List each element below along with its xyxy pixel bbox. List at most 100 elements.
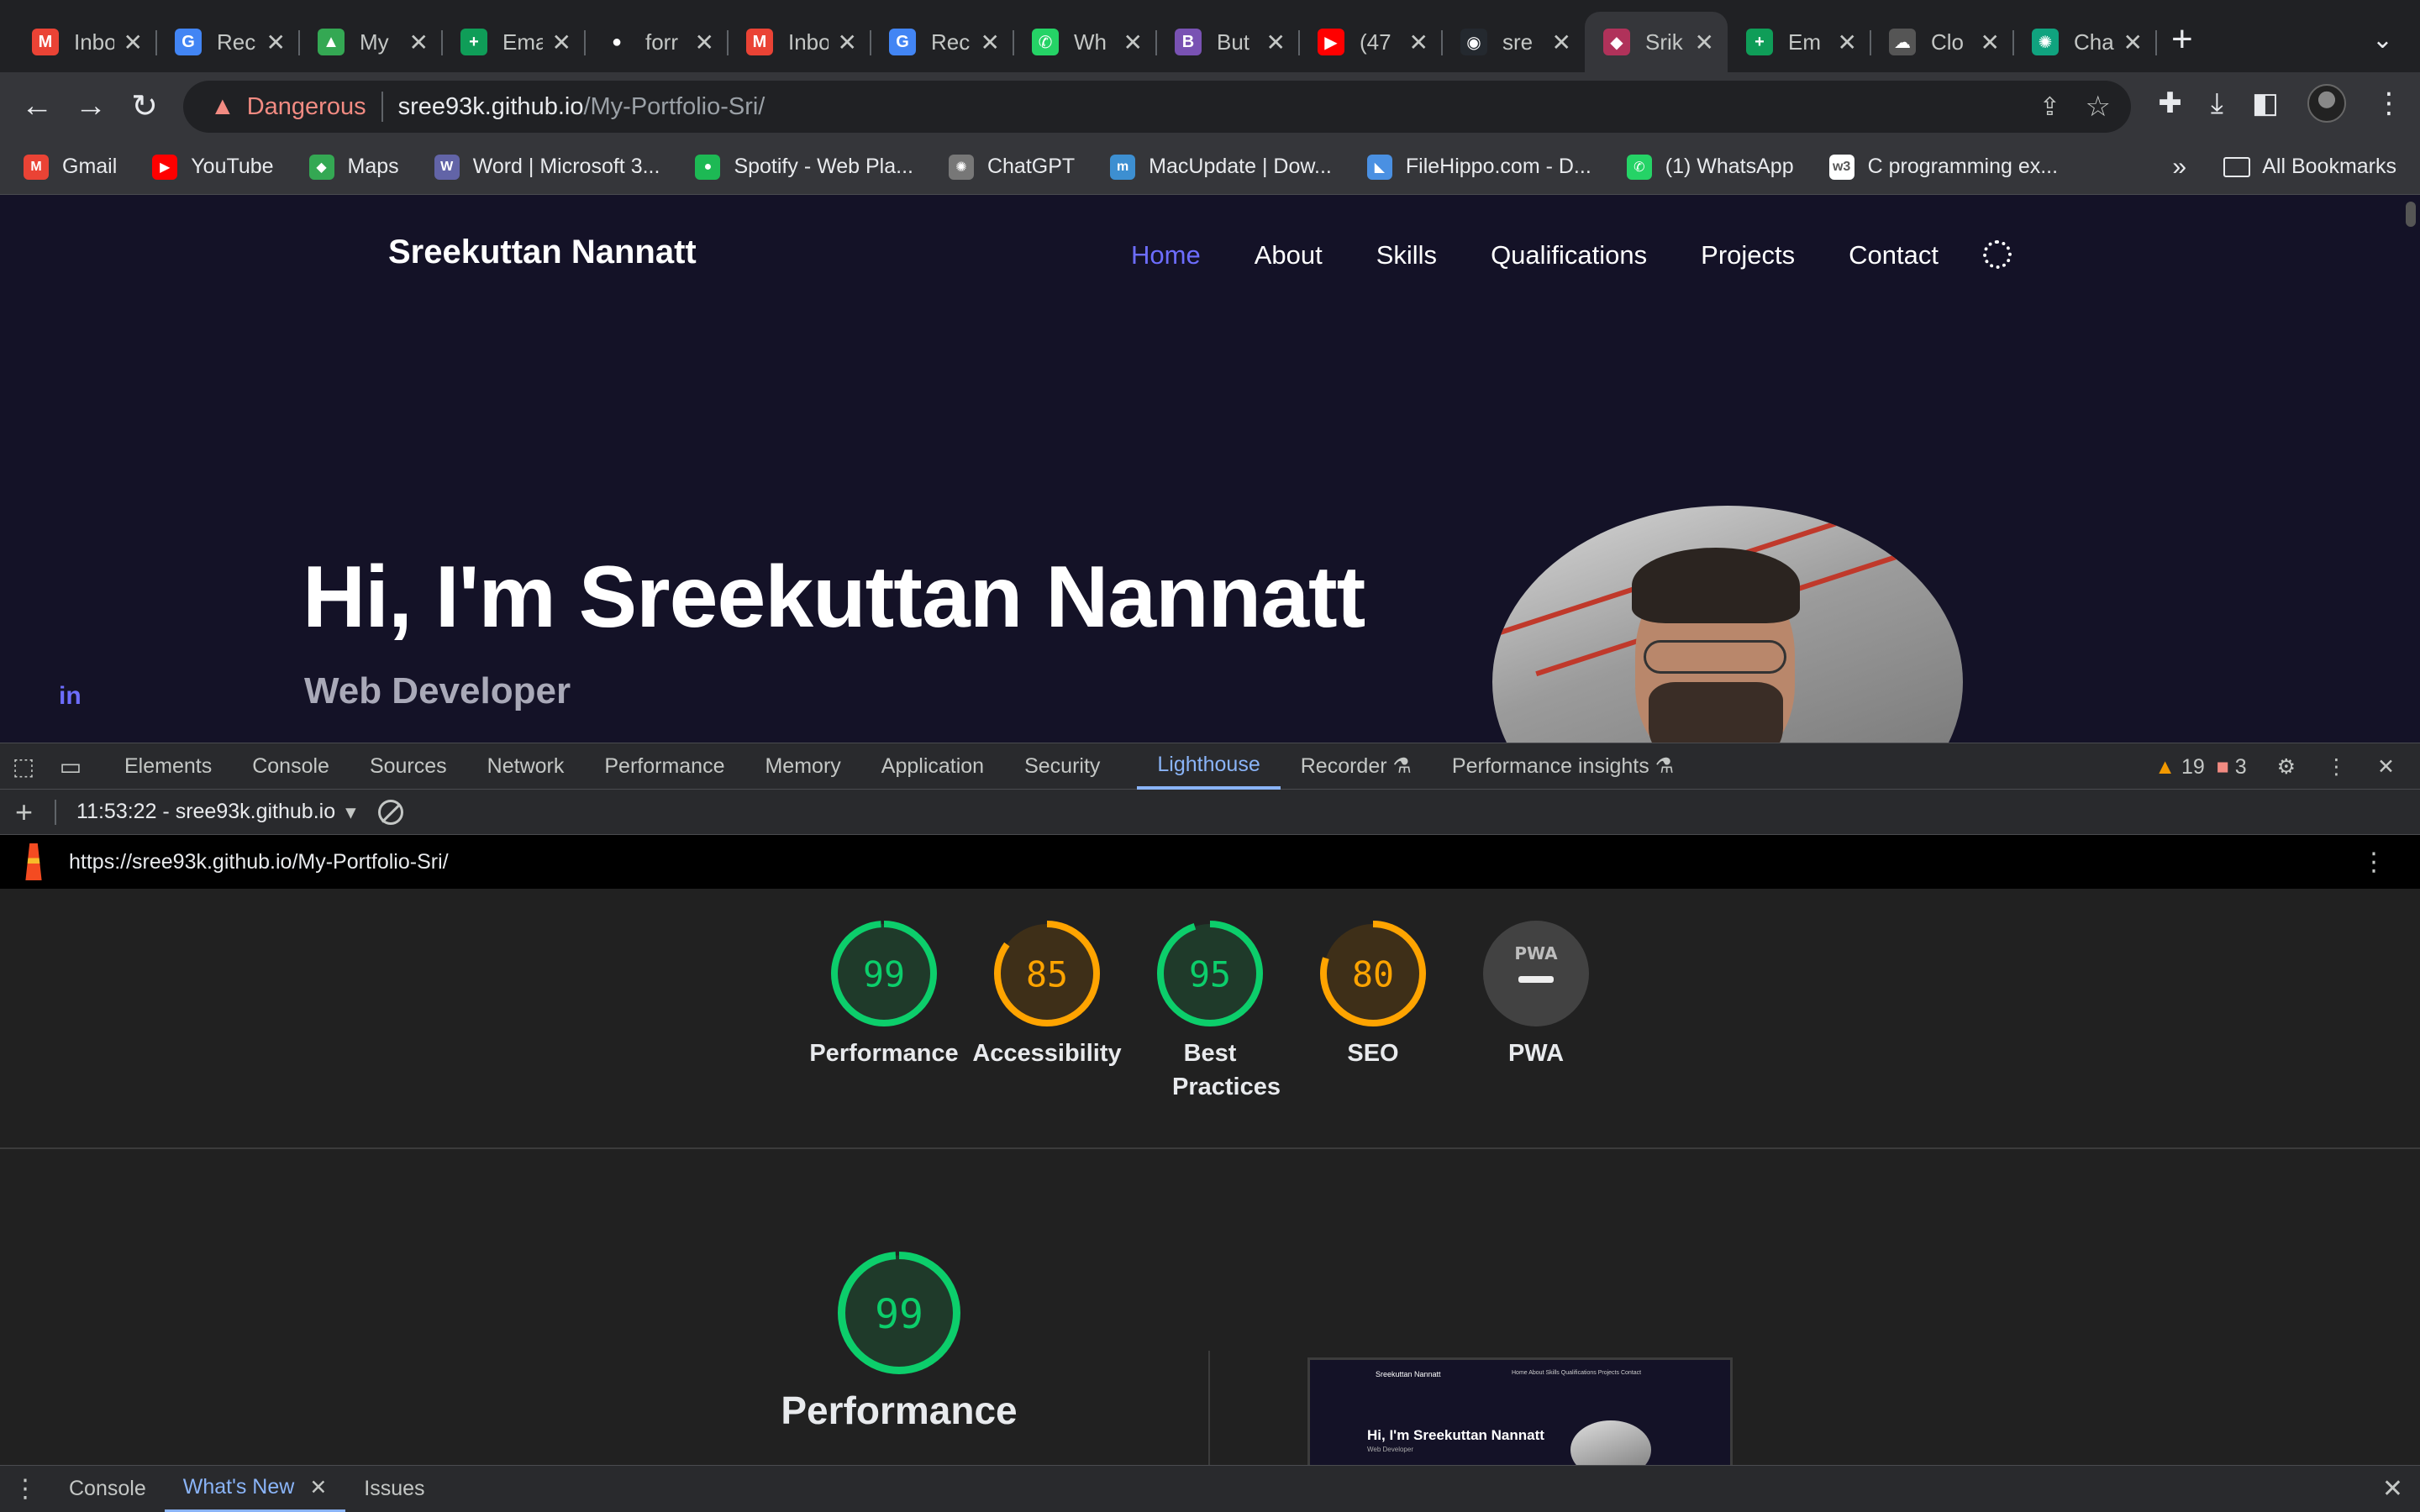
bookmark-item[interactable]: ● Spotify - Web Pla... [695, 154, 913, 180]
close-tab-icon[interactable]: ✕ [695, 29, 714, 56]
browser-menu-icon[interactable]: ⋮ [2375, 87, 2403, 120]
bookmark-item[interactable]: m MacUpdate | Dow... [1110, 154, 1332, 180]
bookmark-item[interactable]: M Gmail [24, 154, 117, 180]
bookmark-item[interactable]: ✺ ChatGPT [948, 154, 1075, 180]
bookmark-item[interactable]: ◣ FileHippo.com - D... [1366, 154, 1591, 180]
extensions-icon[interactable]: ✚ [2158, 87, 2182, 120]
browser-tab[interactable]: ☁ Clo ✕ [1870, 12, 2014, 72]
close-tab-icon[interactable]: ✕ [981, 29, 1000, 56]
browser-tab[interactable]: M Inbo ✕ [728, 12, 871, 72]
drawer-menu-icon[interactable]: ⋮ [0, 1474, 50, 1504]
devtools-tab-application[interactable]: Application [861, 743, 1004, 790]
close-tab-icon[interactable]: ✕ [1981, 29, 2000, 56]
devtools-tab-security[interactable]: Security [1004, 743, 1120, 790]
browser-tab[interactable]: ✺ Cha ✕ [2013, 12, 2157, 72]
devtools-tab-memory[interactable]: Memory [744, 743, 860, 790]
nav-contact[interactable]: Contact [1849, 240, 1939, 270]
close-tab-icon[interactable]: ✕ [124, 29, 143, 56]
devtools-tab-console[interactable]: Console [232, 743, 350, 790]
theme-toggle-sun-icon[interactable] [1983, 240, 2012, 269]
browser-tab[interactable]: B But ✕ [1156, 12, 1300, 72]
reload-icon[interactable]: ↻ [118, 87, 171, 125]
score-gauge-performance[interactable]: 99 Performance [800, 919, 968, 1070]
close-tab-icon[interactable]: ✕ [838, 29, 857, 56]
score-gauge-best-practices[interactable]: 95 Best Practices [1126, 919, 1294, 1104]
browser-tab[interactable]: ◆ Srik ✕ [1585, 12, 1728, 72]
devtools-tab-network[interactable]: Network [467, 743, 585, 790]
bookmark-item[interactable]: W Word | Microsoft 3... [434, 154, 660, 180]
score-gauge-seo[interactable]: 80 SEO [1289, 919, 1457, 1070]
all-bookmarks-button[interactable]: All Bookmarks [2223, 155, 2396, 179]
bookmarks-overflow-button[interactable]: » [2172, 153, 2186, 181]
close-tab-icon[interactable]: ✕ [552, 29, 571, 56]
warnings-count[interactable]: ▲ 19 ■ 3 [2154, 755, 2246, 780]
linkedin-icon[interactable]: in [59, 682, 82, 711]
score-gauge-accessibility[interactable]: 85 Accessibility [963, 919, 1131, 1070]
security-warning-label[interactable]: Dangerous [247, 93, 366, 121]
close-tab-icon[interactable]: ✕ [1266, 29, 1286, 56]
browser-tab[interactable]: ● forr ✕ [585, 12, 729, 72]
warning-icon[interactable]: ▲ [210, 92, 235, 121]
close-devtools-icon[interactable]: ✕ [2377, 754, 2395, 780]
close-tab-icon[interactable]: ✕ [409, 29, 429, 56]
browser-tab[interactable]: ▲ My ✕ [299, 12, 443, 72]
close-tab-icon[interactable]: ✕ [1123, 29, 1143, 56]
browser-tab[interactable]: G Rec ✕ [156, 12, 300, 72]
close-drawer-icon[interactable]: ✕ [2382, 1474, 2403, 1504]
report-url[interactable]: https://sree93k.github.io/My-Portfolio-S… [69, 850, 449, 874]
download-icon[interactable]: ⤓ [2211, 87, 2223, 120]
bookmark-item[interactable]: ▶ YouTube [152, 154, 274, 180]
browser-tab[interactable]: ✆ Wh ✕ [1013, 12, 1157, 72]
devtools-tab-lighthouse[interactable]: Lighthouse [1137, 743, 1281, 790]
drawer-tab-issues[interactable]: Issues [345, 1466, 443, 1512]
devtools-tab-performance-insights[interactable]: Performance insights ⚗ [1432, 743, 1694, 790]
address-bar[interactable]: ▲ Dangerous sree93k.github.io/My-Portfol… [183, 81, 2131, 133]
devtools-tab-performance[interactable]: Performance [584, 743, 744, 790]
forward-icon[interactable]: → [64, 88, 118, 124]
nav-home[interactable]: Home [1131, 240, 1201, 270]
browser-tab[interactable]: ▶ (47 ✕ [1299, 12, 1443, 72]
browser-tab[interactable]: M Inbo ✕ [13, 12, 157, 72]
back-icon[interactable]: ← [10, 88, 64, 124]
nav-qualifications[interactable]: Qualifications [1491, 240, 1647, 270]
drawer-tab-console[interactable]: Console [50, 1466, 165, 1512]
settings-gear-icon[interactable]: ⚙ [2277, 754, 2296, 780]
report-selector[interactable]: 11:53:22 - sree93k.github.io [76, 800, 335, 824]
close-tab-icon[interactable]: ✕ [309, 1475, 327, 1500]
clear-reports-icon[interactable] [377, 799, 403, 825]
browser-tab[interactable]: + Em ✕ [1728, 12, 1871, 72]
report-menu-icon[interactable]: ⋮ [2361, 848, 2386, 877]
nav-about[interactable]: About [1255, 240, 1323, 270]
devtools-menu-icon[interactable]: ⋮ [2326, 754, 2347, 780]
bookmark-item[interactable]: ✆ (1) WhatsApp [1626, 154, 1794, 180]
bookmark-item[interactable]: ◆ Maps [308, 154, 399, 180]
share-icon[interactable]: ⇪ [2039, 92, 2060, 122]
site-logo[interactable]: Sreekuttan Nannatt [388, 234, 697, 271]
profile-avatar[interactable] [2307, 84, 2346, 123]
browser-tab[interactable]: + Ema ✕ [442, 12, 586, 72]
close-tab-icon[interactable]: ✕ [1409, 29, 1428, 56]
device-toolbar-icon[interactable]: ▭ [47, 753, 94, 780]
bookmark-item[interactable]: w3 C programming ex... [1828, 154, 2058, 180]
close-tab-icon[interactable]: ✕ [1695, 29, 1714, 56]
devtools-tab-sources[interactable]: Sources [350, 743, 467, 790]
bookmark-star-icon[interactable]: ☆ [2086, 90, 2111, 123]
close-tab-icon[interactable]: ✕ [266, 29, 286, 56]
nav-projects[interactable]: Projects [1701, 240, 1795, 270]
nav-skills[interactable]: Skills [1376, 240, 1437, 270]
chevron-down-icon[interactable]: ▾ [345, 800, 356, 825]
browser-tab[interactable]: ◉ sre ✕ [1442, 12, 1585, 72]
close-tab-icon[interactable]: ✕ [2123, 29, 2143, 56]
close-tab-icon[interactable]: ✕ [1552, 29, 1571, 56]
new-tab-button[interactable]: + [2171, 18, 2193, 60]
score-gauge-pwa[interactable]: PWA PWA [1452, 919, 1620, 1070]
devtools-tab-elements[interactable]: Elements [104, 743, 232, 790]
new-report-icon[interactable]: + [15, 795, 33, 830]
devtools-tab-recorder[interactable]: Recorder ⚗ [1281, 743, 1432, 790]
inspect-element-icon[interactable]: ⬚ [0, 753, 47, 780]
tab-search-icon[interactable]: ⌄ [2372, 25, 2393, 55]
browser-tab[interactable]: G Rec ✕ [871, 12, 1014, 72]
drawer-tab-whats-new[interactable]: What's New ✕ [164, 1466, 346, 1512]
page-scrollbar[interactable] [2402, 195, 2420, 743]
side-panel-icon[interactable]: ◧ [2252, 87, 2279, 120]
